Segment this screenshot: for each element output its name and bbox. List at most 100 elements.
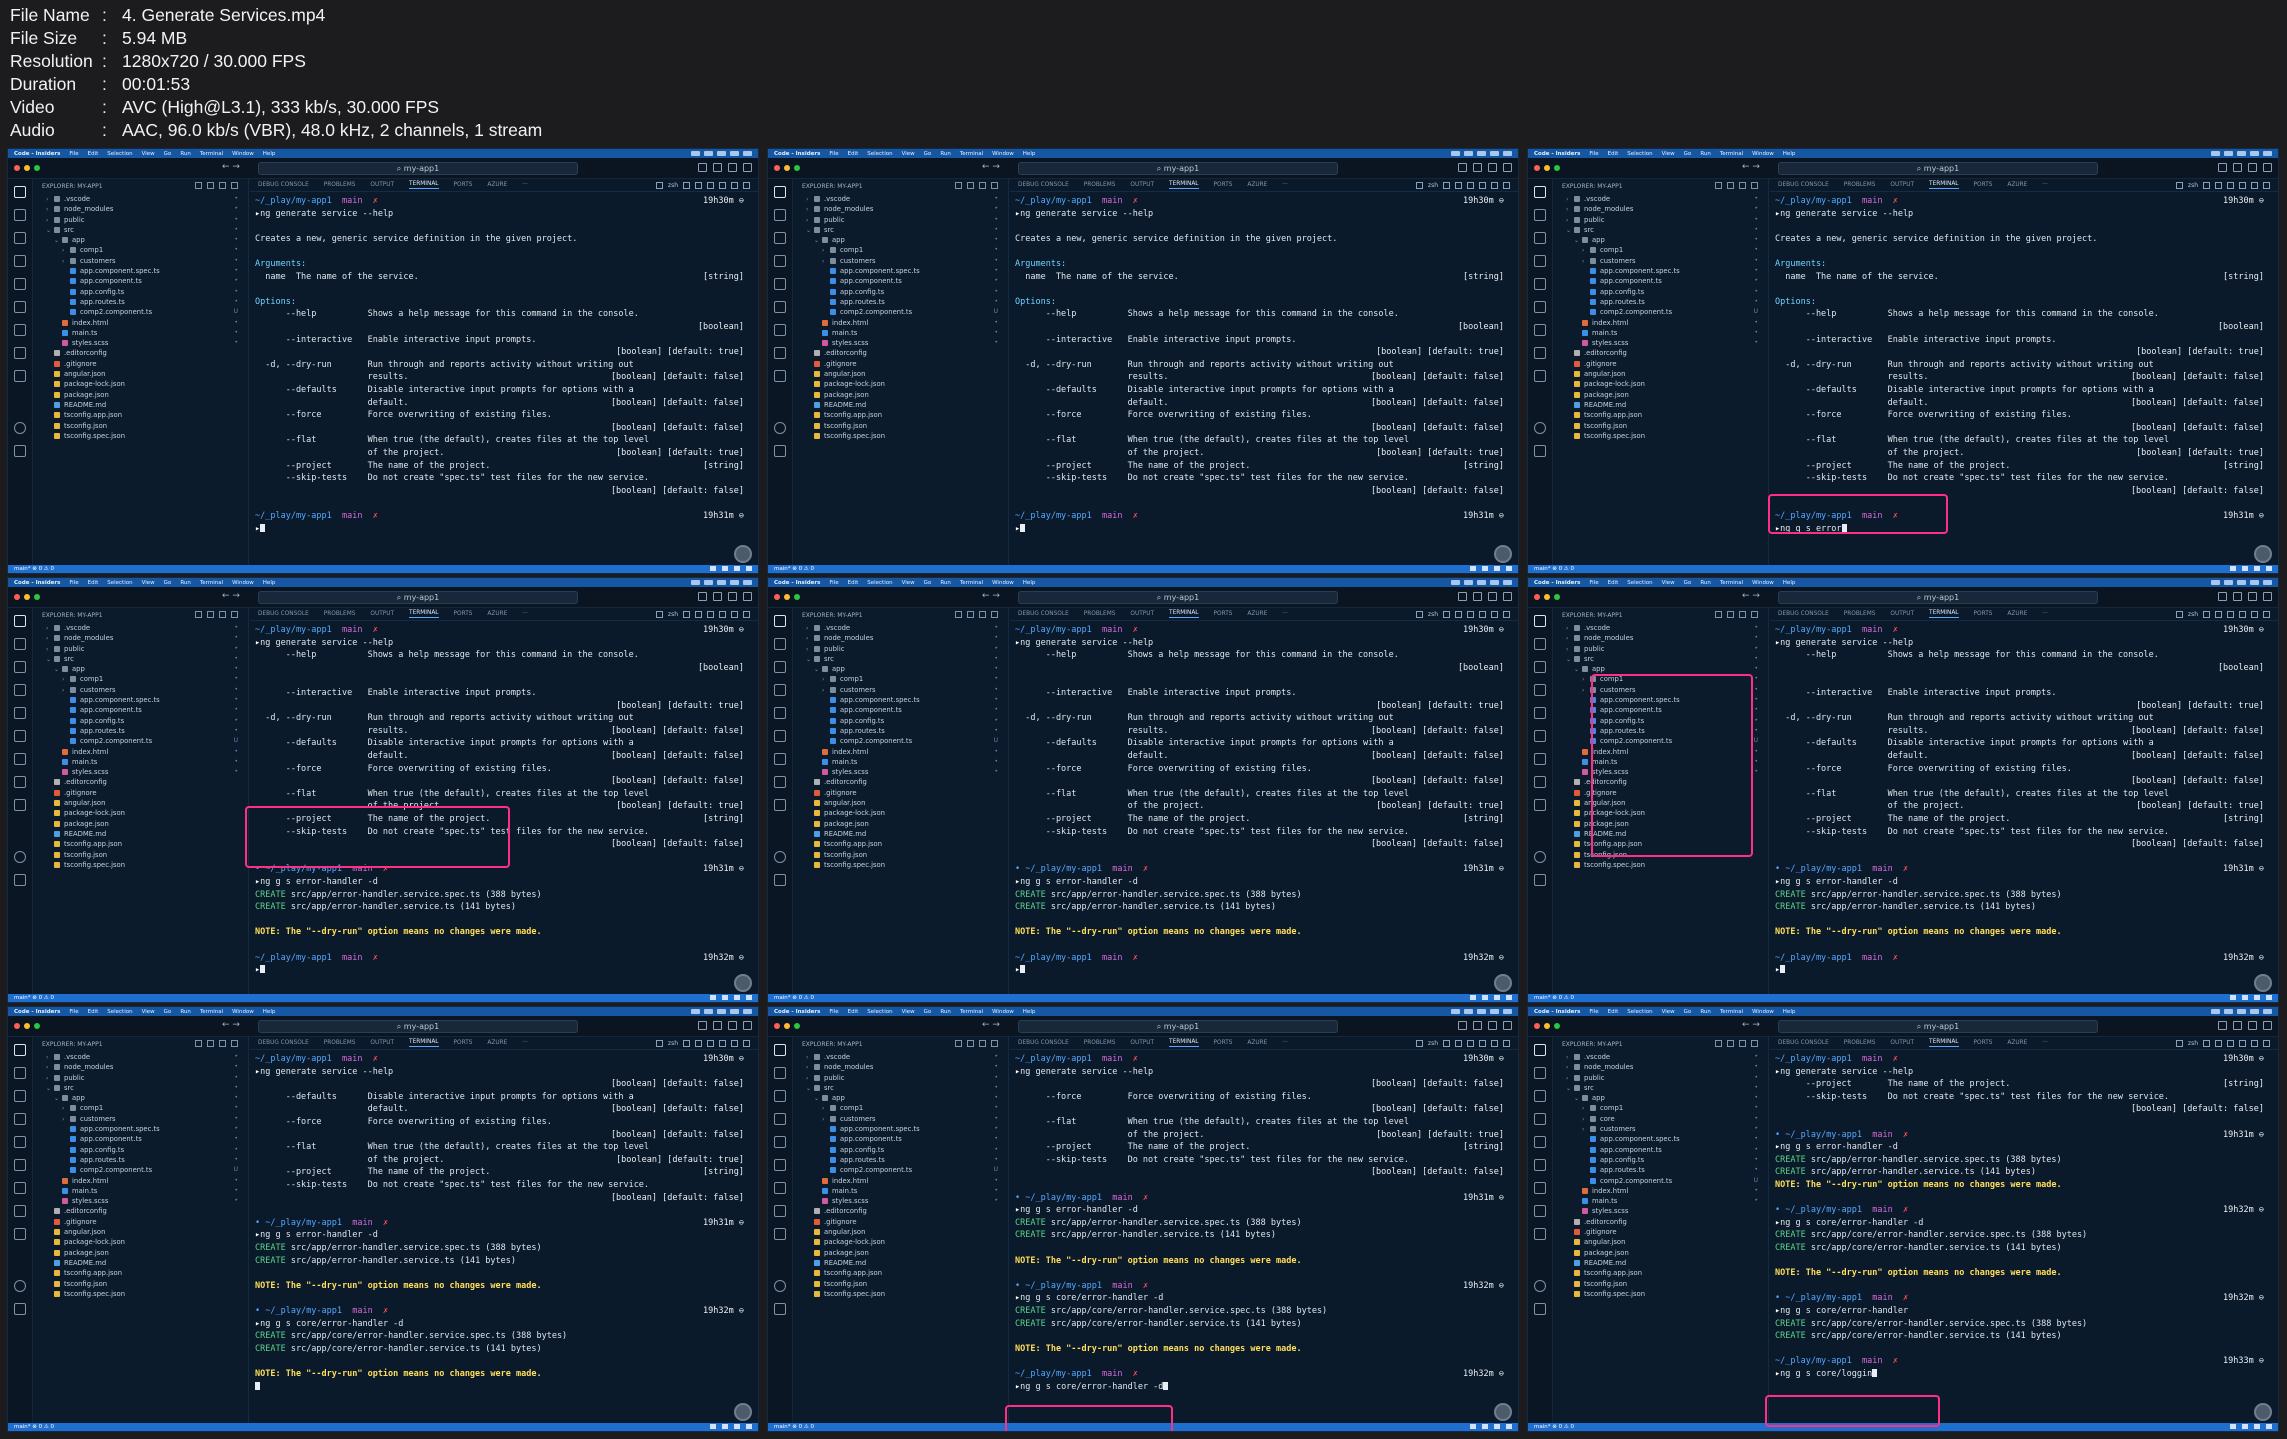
refresh-icon[interactable]	[979, 182, 986, 189]
menu-item[interactable]: Run	[180, 151, 191, 157]
explorer-icon[interactable]	[14, 186, 26, 198]
status-item-icon[interactable]	[746, 995, 752, 1000]
explorer-icon[interactable]	[774, 186, 786, 198]
tree-item[interactable]: › public •	[34, 215, 248, 225]
tree-item[interactable]: README.md	[794, 1258, 1008, 1268]
terminal-output[interactable]: ~/_play/my-app1 main ✗ 19h30m ⊖ ▸ng genera…	[250, 192, 758, 565]
menu-item[interactable]: Window	[992, 151, 1014, 157]
menu-item[interactable]: File	[829, 580, 838, 586]
tree-item[interactable]: .editorconfig	[1554, 1217, 1768, 1227]
run-debug-icon[interactable]	[1534, 278, 1546, 290]
layout-toggle-icon[interactable]	[2248, 592, 2257, 601]
tree-item[interactable]: tsconfig.app.json	[794, 1268, 1008, 1278]
new-file-icon[interactable]	[955, 182, 962, 189]
account-icon[interactable]	[774, 422, 786, 434]
trash-icon[interactable]	[1467, 611, 1474, 618]
menu-item[interactable]: Run	[180, 580, 191, 586]
tree-item[interactable]: ⌄ src •	[34, 225, 248, 235]
close-icon[interactable]	[2263, 611, 2270, 618]
menu-item[interactable]: Run	[1700, 1009, 1711, 1015]
tree-item[interactable]: ⌄ app •	[1554, 1093, 1768, 1103]
status-item-icon[interactable]	[2230, 1424, 2236, 1429]
tree-item[interactable]: styles.scss •	[34, 767, 248, 777]
tree-item[interactable]: app.component.spec.ts •	[34, 266, 248, 276]
status-item-icon[interactable]	[2230, 995, 2236, 1000]
source-control-icon[interactable]	[14, 1090, 26, 1102]
zoom-dot[interactable]	[1554, 1023, 1560, 1029]
menu-item[interactable]: Edit	[88, 151, 99, 157]
status-item-icon[interactable]	[1506, 566, 1512, 571]
maximize-icon[interactable]	[731, 1040, 738, 1047]
status-left[interactable]: main* ⊗ 0 ⚠ 0	[774, 1424, 814, 1430]
menu-item[interactable]: Go	[924, 1009, 932, 1015]
tab-output[interactable]: OUTPUT	[1890, 1040, 1914, 1046]
tree-item[interactable]: ⌄ src •	[1554, 225, 1768, 235]
status-item-icon[interactable]	[1494, 1424, 1500, 1429]
tree-item[interactable]: tsconfig.app.json	[34, 839, 248, 849]
layout-toggle-icon[interactable]	[2218, 1021, 2227, 1030]
settings-gear-icon[interactable]	[14, 445, 26, 457]
account-icon[interactable]	[774, 851, 786, 863]
layout-toggle-icon[interactable]	[1473, 163, 1482, 172]
tree-item[interactable]: › customers •	[34, 256, 248, 266]
status-item-icon[interactable]	[734, 1424, 740, 1429]
copilot-icon[interactable]	[1534, 684, 1546, 696]
extensions-icon[interactable]	[1534, 301, 1546, 313]
menu-item[interactable]: File	[69, 151, 78, 157]
azure-icon[interactable]	[1534, 347, 1546, 359]
collapse-icon[interactable]	[991, 611, 998, 618]
tree-item[interactable]: index.html •	[1554, 1186, 1768, 1196]
settings-gear-icon[interactable]	[14, 874, 26, 886]
tree-item[interactable]: tsconfig.json	[794, 1279, 1008, 1289]
status-item-icon[interactable]	[734, 995, 740, 1000]
tab-output[interactable]: OUTPUT	[1130, 182, 1154, 188]
refresh-icon[interactable]	[219, 611, 226, 618]
menu-item[interactable]: Go	[164, 580, 172, 586]
menu-item[interactable]: Run	[1700, 151, 1711, 157]
layout-toggle-icon[interactable]	[2233, 1021, 2242, 1030]
layout-toggle-icon[interactable]	[1488, 163, 1497, 172]
tree-item[interactable]: .editorconfig	[794, 777, 1008, 787]
tree-item[interactable]: › customers •	[1554, 1124, 1768, 1134]
status-left[interactable]: main* ⊗ 0 ⚠ 0	[774, 566, 814, 572]
tree-item[interactable]: tsconfig.spec.json	[34, 860, 248, 870]
azure-icon[interactable]	[1534, 1205, 1546, 1217]
tab-problems[interactable]: PROBLEMS	[1844, 182, 1876, 188]
tree-item[interactable]: app.component.ts •	[794, 1134, 1008, 1144]
new-file-icon[interactable]	[195, 1040, 202, 1047]
status-item-icon[interactable]	[2242, 1424, 2248, 1429]
extensions-icon[interactable]	[14, 1159, 26, 1171]
tree-item[interactable]: tsconfig.spec.json	[1554, 1289, 1768, 1299]
more-icon[interactable]	[1479, 1040, 1486, 1047]
layout-toggle-icon[interactable]	[2248, 1021, 2257, 1030]
tree-item[interactable]: › public •	[794, 644, 1008, 654]
tab-debug-console[interactable]: DEBUG CONSOLE	[1778, 611, 1829, 617]
run-debug-icon[interactable]	[774, 707, 786, 719]
refresh-icon[interactable]	[1739, 611, 1746, 618]
zoom-dot[interactable]	[1554, 165, 1560, 171]
tab--[interactable]: ···	[522, 611, 528, 617]
extensions-icon[interactable]	[774, 301, 786, 313]
status-item-icon[interactable]	[2266, 566, 2272, 571]
collapse-icon[interactable]	[991, 1040, 998, 1047]
search-icon[interactable]	[14, 1067, 26, 1079]
tree-item[interactable]: app.config.ts •	[1554, 1155, 1768, 1165]
maximize-icon[interactable]	[2251, 611, 2258, 618]
tree-item[interactable]: .gitignore	[34, 1217, 248, 1227]
tab-debug-console[interactable]: DEBUG CONSOLE	[258, 611, 309, 617]
run-debug-icon[interactable]	[774, 278, 786, 290]
copilot-avatar[interactable]	[734, 974, 752, 992]
menu-item[interactable]: Run	[940, 580, 951, 586]
tree-item[interactable]: › node_modules •	[34, 1062, 248, 1072]
nav-arrows[interactable]: ← →	[222, 162, 240, 172]
chat-icon[interactable]	[1534, 370, 1546, 382]
menu-item[interactable]: Run	[940, 151, 951, 157]
minimize-dot[interactable]	[24, 594, 30, 600]
tree-item[interactable]: package.json	[794, 390, 1008, 400]
menu-item[interactable]: View	[902, 1009, 915, 1015]
tab-terminal[interactable]: TERMINAL	[1169, 181, 1199, 189]
run-debug-icon[interactable]	[1534, 707, 1546, 719]
tree-item[interactable]: tsconfig.json	[34, 421, 248, 431]
more-icon[interactable]	[1479, 182, 1486, 189]
explorer-icon[interactable]	[774, 1044, 786, 1056]
